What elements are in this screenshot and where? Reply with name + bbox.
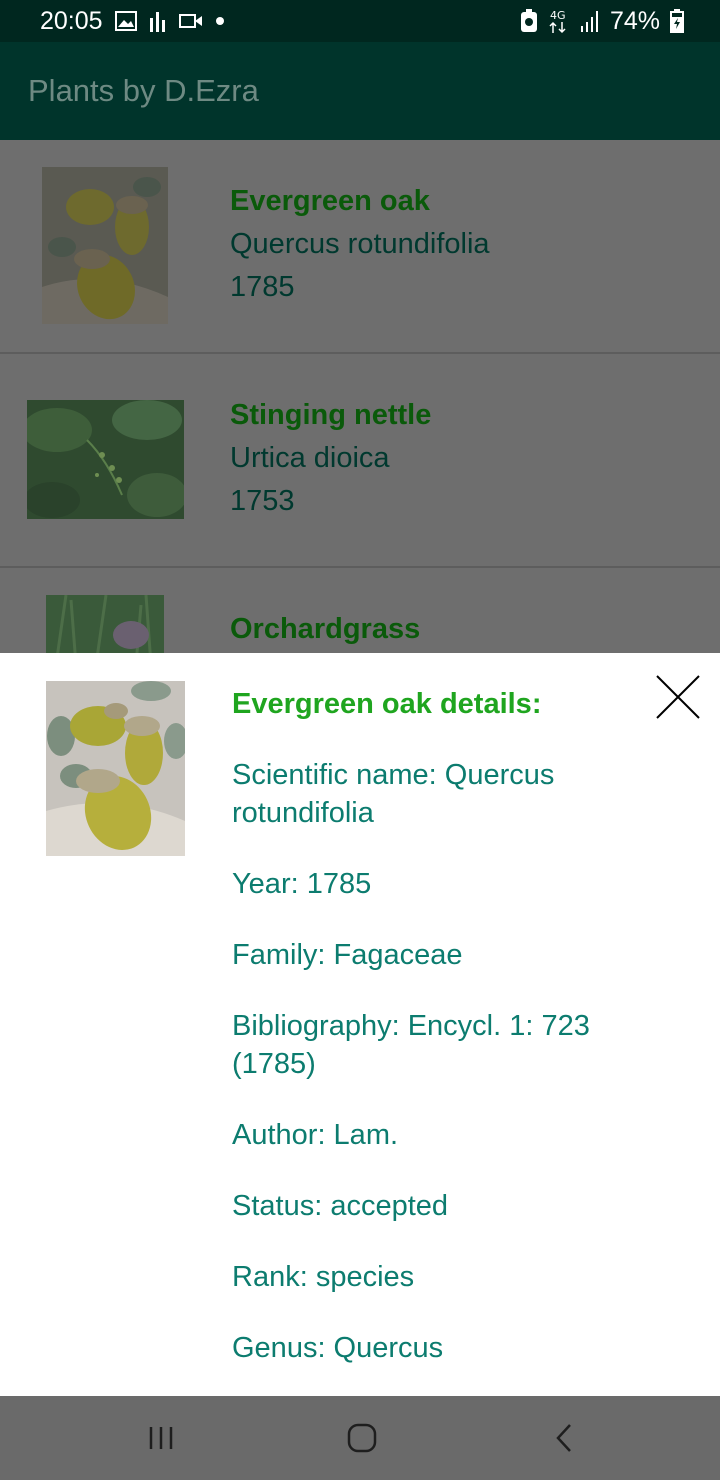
detail-genus: Genus: Quercus xyxy=(232,1332,444,1364)
list-item-stinging-nettle[interactable]: Stinging nettle Urtica dioica 1753 xyxy=(0,354,720,568)
plant-name: Evergreen oak xyxy=(230,185,430,217)
detail-author: Author: Lam. xyxy=(232,1119,399,1151)
sound-bars-icon xyxy=(149,10,167,32)
grass-photo xyxy=(46,594,164,653)
plant-list: Evergreen oak Quercus rotundifolia 1785 … xyxy=(0,140,720,653)
detail-rank: Rank: species xyxy=(232,1261,415,1293)
status-bar: 20:05 4G 74% xyxy=(0,0,720,42)
acorn-photo xyxy=(42,167,168,324)
clock: 20:05 xyxy=(40,6,103,35)
home-button[interactable] xyxy=(340,1416,384,1460)
plant-year: 1785 xyxy=(230,271,295,303)
plant-name: Stinging nettle xyxy=(230,399,432,431)
network-4g-icon: 4G xyxy=(548,8,570,34)
close-button[interactable] xyxy=(650,669,706,725)
detail-bibliography: Bibliography: Encycl. 1: 723 (1785) xyxy=(232,1010,590,1080)
battery-percent: 74% xyxy=(609,6,660,35)
list-item-evergreen-oak[interactable]: Evergreen oak Quercus rotundifolia 1785 xyxy=(0,140,720,354)
details-title: Evergreen oak details: xyxy=(232,688,542,720)
battery-charging-icon xyxy=(670,9,684,33)
plant-name: Orchardgrass xyxy=(230,613,421,645)
plant-year: 1753 xyxy=(230,485,295,517)
signal-icon xyxy=(580,10,600,32)
recent-apps-button[interactable] xyxy=(139,1416,183,1460)
detail-status: Status: accepted xyxy=(232,1190,449,1222)
list-item-orchardgrass[interactable]: Orchardgrass xyxy=(0,568,720,653)
acorn-photo xyxy=(46,681,188,856)
back-button[interactable] xyxy=(542,1416,586,1460)
app-bar: Plants by D.Ezra xyxy=(0,42,720,140)
gallery-icon xyxy=(114,11,137,31)
plant-scientific-name: Quercus rotundifolia xyxy=(230,228,490,260)
app-title: Plants by D.Ezra xyxy=(28,73,259,108)
plant-scientific-name: Urtica dioica xyxy=(230,442,390,474)
svg-text:4G: 4G xyxy=(550,9,566,22)
detail-family: Family: Fagaceae xyxy=(232,939,463,971)
home-icon xyxy=(347,1423,377,1453)
video-icon xyxy=(178,13,203,29)
plant-details-dialog: Evergreen oak details: Scientific name: … xyxy=(0,653,720,1396)
back-icon xyxy=(556,1424,571,1452)
details-content: Evergreen oak details: Scientific name: … xyxy=(232,685,632,1400)
data-saver-icon xyxy=(520,9,538,33)
dot-icon xyxy=(215,16,225,26)
detail-year: Year: 1785 xyxy=(232,868,372,900)
detail-scientific-name: Scientific name: Quercus rotundifolia xyxy=(232,759,555,829)
nettle-photo xyxy=(22,400,187,519)
recent-apps-icon xyxy=(149,1427,173,1449)
navigation-bar xyxy=(0,1396,720,1480)
close-icon xyxy=(656,675,700,719)
